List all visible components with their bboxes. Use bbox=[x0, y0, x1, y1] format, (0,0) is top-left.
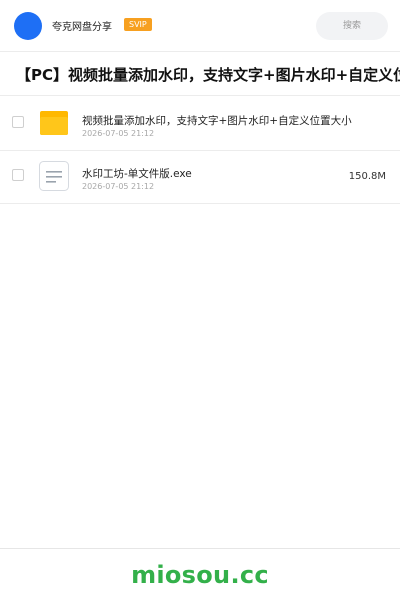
username: 夸克网盘分享 bbox=[52, 22, 112, 33]
header: 夸克网盘分享 SVIP 搜索 bbox=[0, 0, 400, 52]
page-title: 【PC】视频批量添加水印，支持文字+图片水印+自定义位置大小 bbox=[16, 66, 400, 84]
title-bar: 【PC】视频批量添加水印，支持文字+图片水印+自定义位置大小 bbox=[0, 52, 400, 96]
svip-badge: SVIP bbox=[124, 18, 152, 31]
row-checkbox[interactable] bbox=[12, 169, 24, 181]
file-name[interactable]: 水印工坊-单文件版.exe bbox=[82, 166, 192, 181]
folder-icon bbox=[40, 111, 68, 135]
file-row-exe[interactable]: 水印工坊-单文件版.exe 2026-07-05 21:12 150.8M bbox=[0, 150, 400, 204]
file-date: 2026-07-05 21:12 bbox=[82, 182, 155, 191]
footer: miosou.cc bbox=[0, 548, 400, 600]
document-icon bbox=[39, 161, 69, 191]
share-page: 夸克网盘分享 SVIP 搜索 【PC】视频批量添加水印，支持文字+图片水印+自定… bbox=[0, 0, 400, 600]
search-button[interactable]: 搜索 bbox=[316, 12, 388, 40]
file-date: 2026-07-05 21:12 bbox=[82, 129, 155, 138]
footer-brand[interactable]: miosou.cc bbox=[0, 561, 400, 589]
row-checkbox[interactable] bbox=[12, 116, 24, 128]
file-row-folder[interactable]: 视频批量添加水印，支持文字+图片水印+自定义位置大小 2026-07-05 21… bbox=[0, 97, 400, 151]
file-name[interactable]: 视频批量添加水印，支持文字+图片水印+自定义位置大小 bbox=[82, 113, 352, 128]
avatar[interactable] bbox=[14, 12, 42, 40]
file-size: 150.8M bbox=[348, 171, 386, 182]
